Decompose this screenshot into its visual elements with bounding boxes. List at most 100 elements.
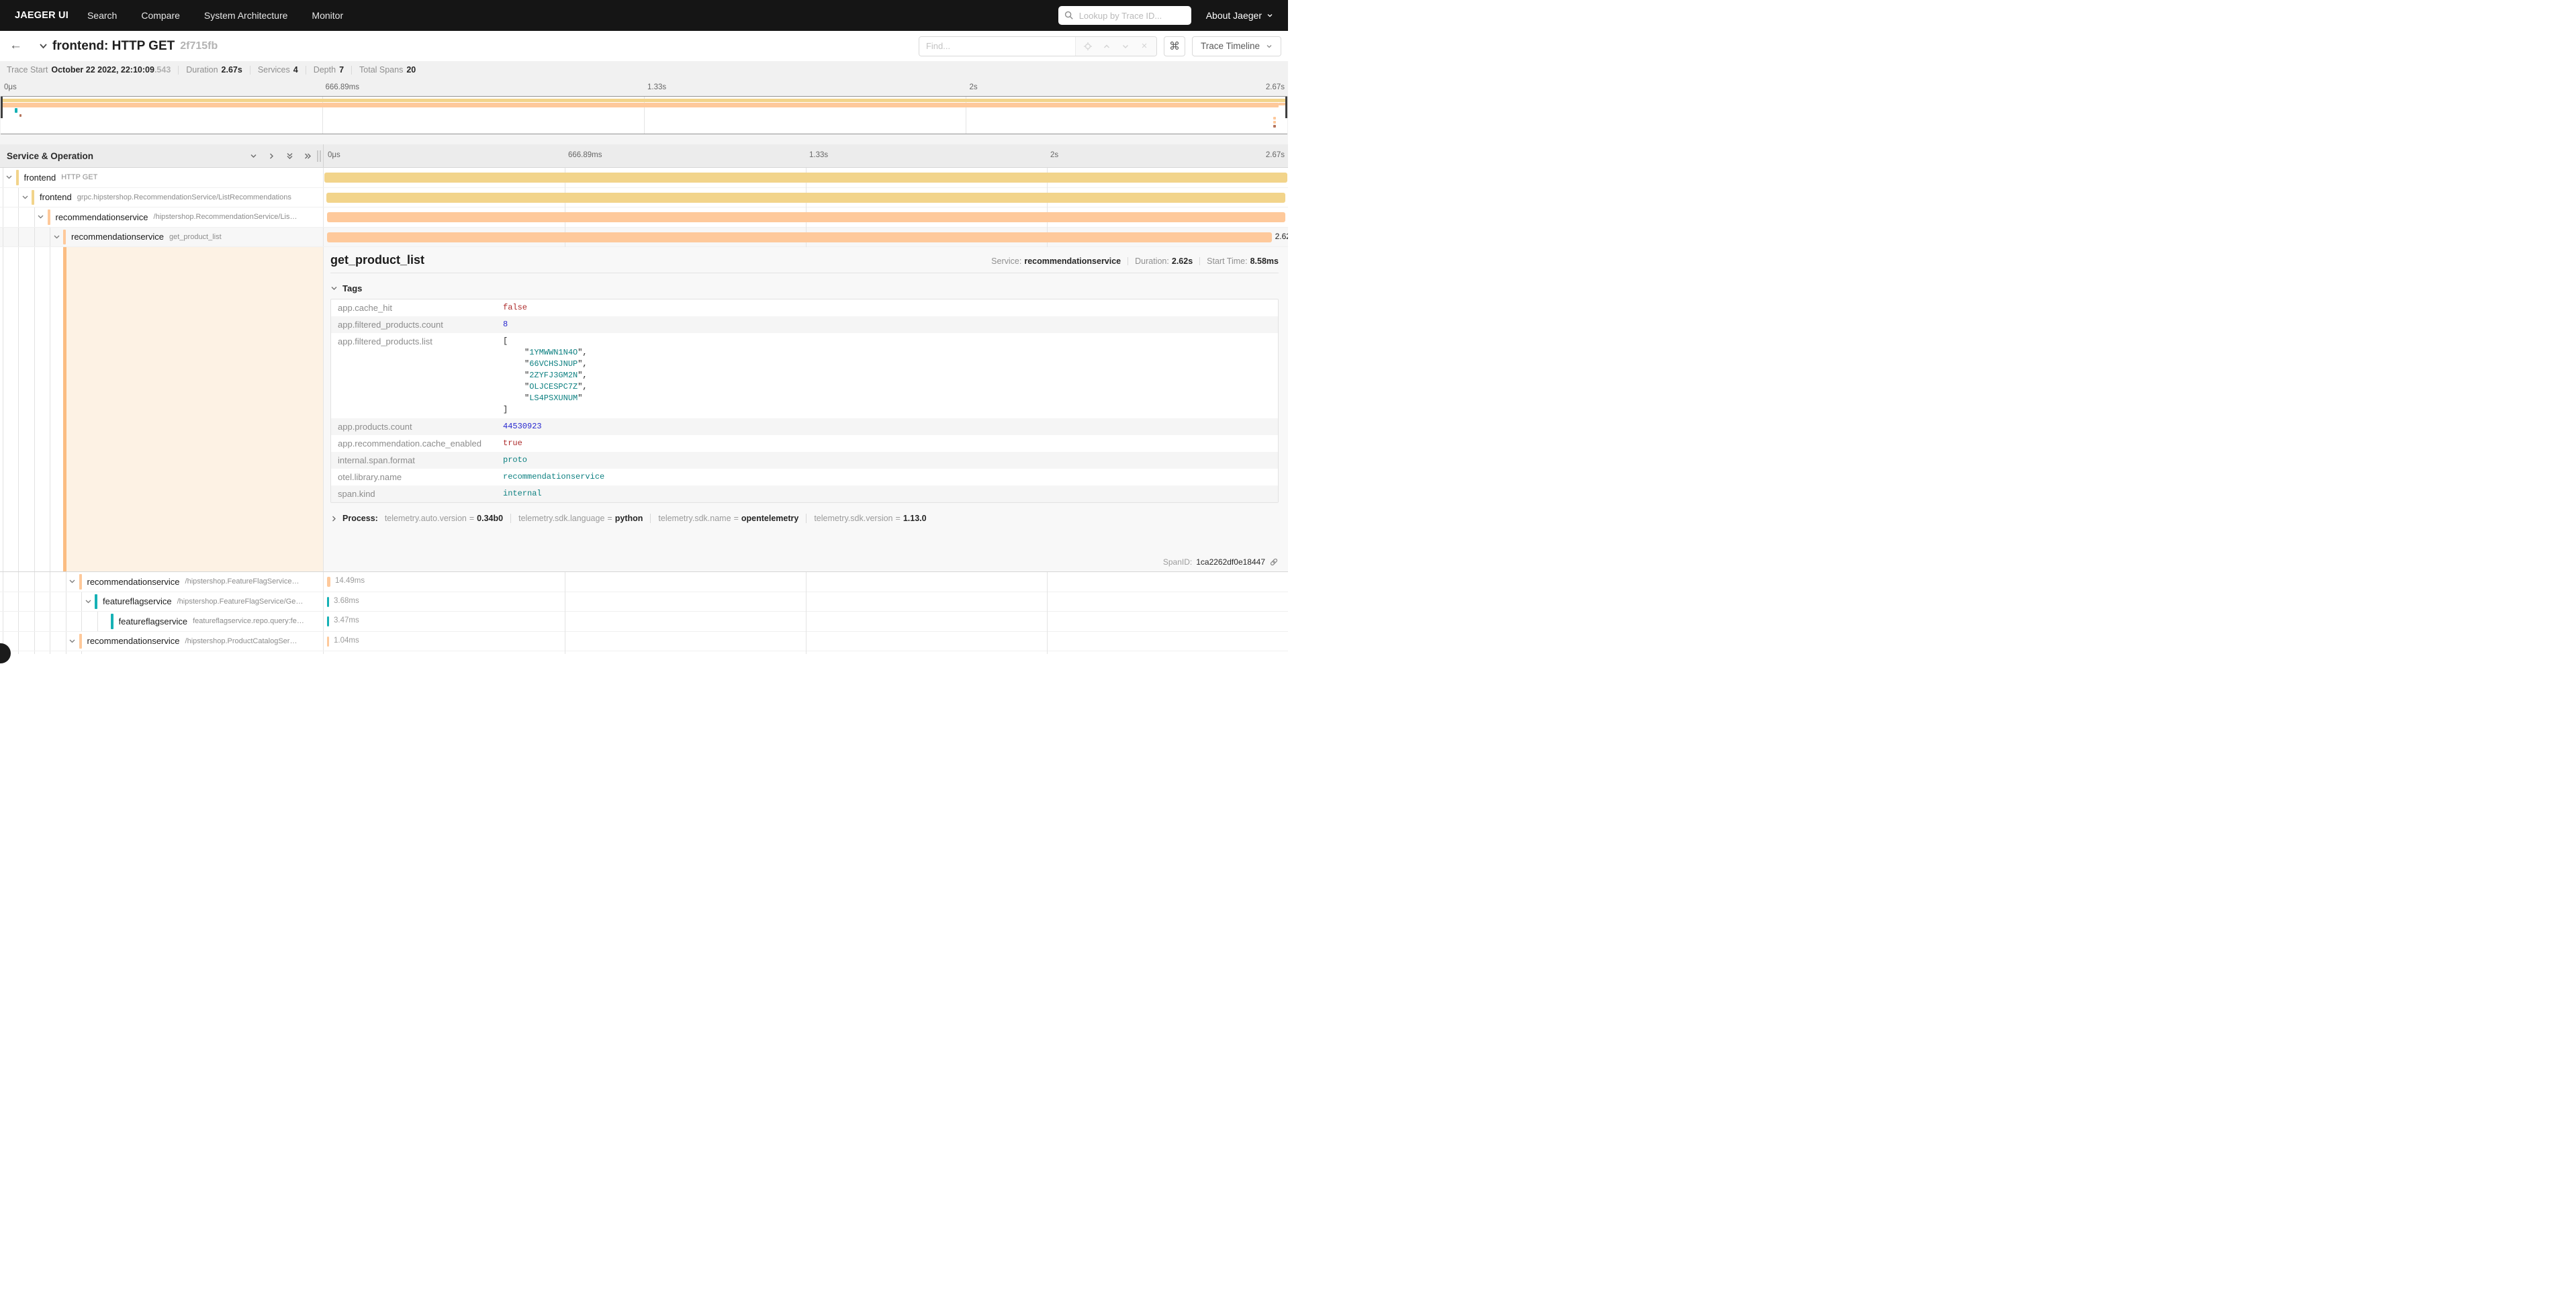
- tag-row[interactable]: app.filtered_products.count8: [331, 316, 1278, 333]
- app-brand[interactable]: JAEGER UI: [8, 10, 75, 21]
- trace-id-search-input[interactable]: [1078, 10, 1185, 21]
- span-timeline-cell[interactable]: 1.04ms: [324, 632, 1288, 651]
- row-collapse-chevron-icon[interactable]: [37, 214, 44, 221]
- tags-section-toggle[interactable]: Tags: [330, 283, 1279, 293]
- find-clear-icon[interactable]: ×: [1135, 40, 1154, 52]
- span-row[interactable]: frontendHTTP GET: [0, 168, 1288, 188]
- span-bar[interactable]: [327, 637, 329, 647]
- tag-row[interactable]: app.products.count44530923: [331, 418, 1278, 435]
- span-timeline-cell[interactable]: 3.68ms: [324, 592, 1288, 612]
- process-section[interactable]: Process: telemetry.auto.version=0.34b0te…: [330, 514, 1279, 523]
- find-prev-icon[interactable]: [1097, 42, 1116, 50]
- span-bar[interactable]: [327, 212, 1285, 222]
- minimap-span-bar: [15, 108, 17, 113]
- minimap-span-bar: [19, 114, 21, 117]
- span-timeline-cell[interactable]: 2.62s: [324, 228, 1288, 247]
- locate-icon[interactable]: [1078, 42, 1097, 51]
- indent-guide: [18, 632, 19, 651]
- span-timeline-cell[interactable]: [324, 188, 1288, 207]
- service-color-bar: [79, 634, 82, 649]
- nav-item-monitor[interactable]: Monitor: [300, 10, 355, 21]
- span-row[interactable]: recommendationservice/hipstershop.Recomm…: [0, 207, 1288, 228]
- span-timeline-cell[interactable]: [324, 651, 1288, 654]
- process-item: telemetry.sdk.language=python: [510, 514, 650, 523]
- nav-item-compare[interactable]: Compare: [129, 10, 192, 21]
- span-rows-bottom: recommendationservice/hipstershop.Featur…: [0, 572, 1288, 654]
- minimap-canvas[interactable]: [1, 96, 1287, 134]
- span-name: frontendHTTP GET: [24, 168, 324, 187]
- collapse-all-icon[interactable]: [285, 152, 294, 160]
- back-arrow-button[interactable]: ←: [7, 38, 29, 54]
- row-collapse-chevron-icon[interactable]: [5, 174, 13, 181]
- span-bar[interactable]: [324, 173, 1287, 183]
- tick-label: 666.89ms: [326, 83, 360, 91]
- span-operation-name: grpc.hipstershop.RecommendationService/L…: [77, 193, 291, 201]
- minimap-right-handle[interactable]: [1285, 97, 1287, 118]
- span-row[interactable]: recommendationservice/hipstershop.Featur…: [0, 572, 1288, 592]
- trace-id-search[interactable]: [1058, 6, 1191, 25]
- span-timeline-cell[interactable]: 14.49ms: [324, 572, 1288, 592]
- detail-indent-fill: [63, 247, 323, 571]
- tag-row[interactable]: app.cache_hitfalse: [331, 299, 1278, 316]
- about-jaeger-menu[interactable]: About Jaeger: [1206, 10, 1280, 21]
- span-bar[interactable]: [327, 597, 329, 607]
- collapse-one-icon[interactable]: [249, 152, 258, 160]
- detail-name-column: [0, 247, 324, 571]
- trace-view-selector-label: Trace Timeline: [1201, 41, 1260, 51]
- keyboard-shortcuts-button[interactable]: ⌘: [1164, 36, 1185, 56]
- row-collapse-chevron-icon[interactable]: [68, 637, 76, 645]
- column-resize-handle[interactable]: [317, 150, 322, 162]
- find-input[interactable]: [919, 37, 1075, 56]
- span-row[interactable]: recommendationserviceget_product_list2.6…: [0, 228, 1288, 248]
- trace-view-selector[interactable]: Trace Timeline: [1192, 36, 1281, 56]
- span-row[interactable]: featureflagservice/hipstershop.FeatureFl…: [0, 592, 1288, 612]
- span-row[interactable]: recommendationservice/hipstershop.Produc…: [0, 632, 1288, 652]
- span-operation-name: featureflagservice.repo.query:fe…: [193, 617, 304, 625]
- minimap-left-handle[interactable]: [1, 97, 3, 118]
- service-color-bar: [48, 209, 50, 225]
- indent-guide: [34, 592, 35, 612]
- span-row[interactable]: [0, 651, 1288, 654]
- row-collapse-chevron-icon[interactable]: [21, 193, 29, 201]
- span-bar[interactable]: [327, 616, 329, 626]
- detail-service-value: recommendationservice: [1024, 256, 1121, 266]
- find-next-icon[interactable]: [1116, 42, 1135, 50]
- span-name-cell: frontendHTTP GET: [0, 168, 324, 187]
- tag-row[interactable]: app.recommendation.cache_enabledtrue: [331, 435, 1278, 452]
- span-bar[interactable]: [326, 193, 1286, 203]
- tick-label: 2.67s: [1266, 83, 1285, 91]
- span-bar[interactable]: [327, 577, 330, 587]
- span-bar[interactable]: [327, 232, 1272, 242]
- tag-row[interactable]: app.filtered_products.list["1YMWWN1N4O",…: [331, 333, 1278, 418]
- span-timeline-cell[interactable]: [324, 168, 1288, 187]
- minimap-span-bar: [1, 103, 1279, 107]
- row-collapse-chevron-icon[interactable]: [85, 598, 92, 605]
- depth-value: 7: [339, 65, 344, 75]
- nav-item-search[interactable]: Search: [75, 10, 129, 21]
- tick-label: 0μs: [4, 83, 17, 91]
- span-row[interactable]: frontendgrpc.hipstershop.RecommendationS…: [0, 188, 1288, 208]
- expand-all-icon[interactable]: [304, 152, 312, 160]
- tag-row[interactable]: otel.library.namerecommendationservice: [331, 469, 1278, 485]
- nav-item-system-architecture[interactable]: System Architecture: [192, 10, 300, 21]
- span-name-cell: recommendationservice/hipstershop.Recomm…: [0, 207, 324, 227]
- span-timeline-cell[interactable]: [324, 207, 1288, 227]
- trace-collapse-chevron-icon[interactable]: [38, 41, 48, 51]
- row-collapse-chevron-icon[interactable]: [53, 233, 60, 240]
- indent-guide: [18, 207, 19, 227]
- span-service-name: recommendationservice: [87, 636, 180, 646]
- span-name-cell: frontendgrpc.hipstershop.RecommendationS…: [0, 188, 324, 207]
- indent-guide: [34, 572, 35, 592]
- tag-row[interactable]: span.kindinternal: [331, 485, 1278, 502]
- tag-row[interactable]: internal.span.formatproto: [331, 452, 1278, 469]
- process-item: telemetry.sdk.version=1.13.0: [806, 514, 933, 523]
- span-timeline-cell[interactable]: 3.47ms: [324, 612, 1288, 631]
- tags-section-label: Tags: [342, 283, 362, 293]
- link-icon[interactable]: [1269, 557, 1279, 567]
- span-detail-row: get_product_list Service: recommendation…: [0, 247, 1288, 572]
- trace-id-short: 2f715fb: [180, 40, 218, 52]
- span-name-cell: recommendationserviceget_product_list: [0, 228, 324, 247]
- expand-one-icon[interactable]: [267, 152, 276, 160]
- row-collapse-chevron-icon[interactable]: [68, 578, 76, 586]
- span-row[interactable]: featureflagservicefeatureflagservice.rep…: [0, 612, 1288, 632]
